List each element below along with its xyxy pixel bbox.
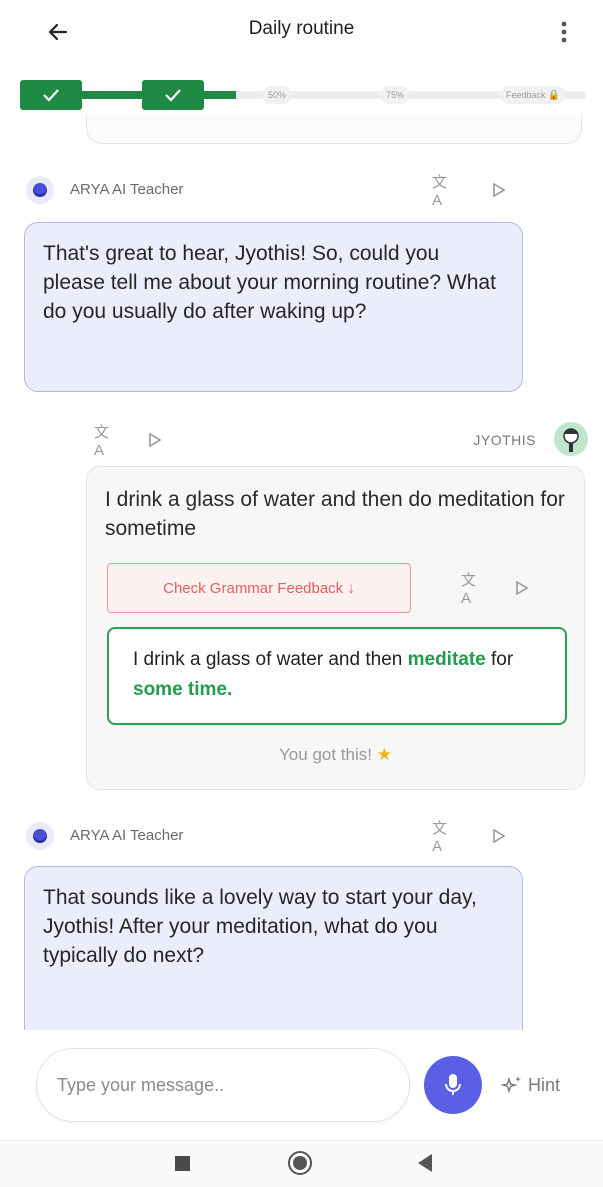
grammar-correction: I drink a glass of water and then medita… xyxy=(107,627,567,725)
system-back-button[interactable] xyxy=(418,1154,432,1172)
milestone-feedback-label: Feedback xyxy=(506,90,546,100)
page-title: Daily routine xyxy=(248,18,355,39)
lesson-progress: 50% 75% Feedback 🔒 xyxy=(0,64,603,144)
sender-name: ARYA AI Teacher xyxy=(70,181,184,198)
milestone-complete-1 xyxy=(20,80,82,110)
milestone-feedback: Feedback 🔒 xyxy=(500,86,566,104)
translate-icon[interactable]: 文A xyxy=(461,572,485,607)
encouragement-text: You got this! ★ xyxy=(87,745,584,765)
teacher-message-bubble: That's great to hear, Jyothis! So, could… xyxy=(24,222,523,392)
sparkle-icon xyxy=(500,1076,521,1094)
translate-icon[interactable]: 文A xyxy=(432,174,456,209)
user-message-text: I drink a glass of water and then do med… xyxy=(105,488,565,540)
translate-icon[interactable]: 文A xyxy=(432,820,456,855)
message-input[interactable] xyxy=(36,1048,410,1122)
play-icon[interactable] xyxy=(511,576,533,600)
hint-button[interactable]: Hint xyxy=(500,1070,560,1100)
mic-button[interactable] xyxy=(424,1056,482,1114)
play-icon[interactable] xyxy=(488,178,510,202)
milestone-complete-2 xyxy=(142,80,204,110)
more-vertical-icon xyxy=(561,21,567,43)
more-menu-button[interactable] xyxy=(549,12,579,52)
check-icon xyxy=(165,89,181,102)
bot-avatar xyxy=(26,822,54,850)
teacher-message-bubble: That sounds like a lovely way to start y… xyxy=(24,866,523,1030)
user-message-header: 文A JYOTHIS xyxy=(88,420,588,460)
teacher-message-header: ARYA AI Teacher 文A xyxy=(24,816,584,856)
star-icon: ★ xyxy=(376,745,392,764)
recent-apps-button[interactable] xyxy=(175,1156,190,1171)
correction-highlight: meditate xyxy=(407,649,486,670)
check-icon xyxy=(43,89,59,102)
check-grammar-feedback-button[interactable]: Check Grammar Feedback ↓ xyxy=(107,563,411,613)
translate-icon[interactable]: 文A xyxy=(94,424,118,459)
lock-icon: 🔒 xyxy=(547,89,560,101)
correction-highlight: some time. xyxy=(133,679,233,700)
play-icon[interactable] xyxy=(488,824,510,848)
hint-label: Hint xyxy=(528,1074,561,1095)
system-navigation-bar xyxy=(0,1140,603,1187)
milestone-50: 50% xyxy=(262,86,293,104)
user-name: JYOTHIS xyxy=(473,432,536,448)
correction-text-mid: for xyxy=(485,649,514,670)
chat-thread: ARYA AI Teacher 文A That's great to hear,… xyxy=(0,144,603,1030)
encouragement-label: You got this! xyxy=(279,745,372,764)
sender-name: ARYA AI Teacher xyxy=(70,827,184,844)
home-button[interactable] xyxy=(288,1151,312,1175)
milestone-75: 75% xyxy=(380,86,411,104)
microphone-icon xyxy=(445,1074,461,1095)
play-icon[interactable] xyxy=(144,428,166,452)
user-message-card: I drink a glass of water and then do med… xyxy=(86,466,585,790)
message-composer: Hint xyxy=(0,1030,603,1140)
user-avatar xyxy=(554,422,588,456)
teacher-message-header: ARYA AI Teacher 文A xyxy=(24,170,584,210)
correction-text-prefix: I drink a glass of water and then xyxy=(133,649,408,670)
bot-avatar xyxy=(26,176,54,204)
previous-card-edge xyxy=(86,114,582,144)
app-header: Daily routine xyxy=(0,0,603,64)
